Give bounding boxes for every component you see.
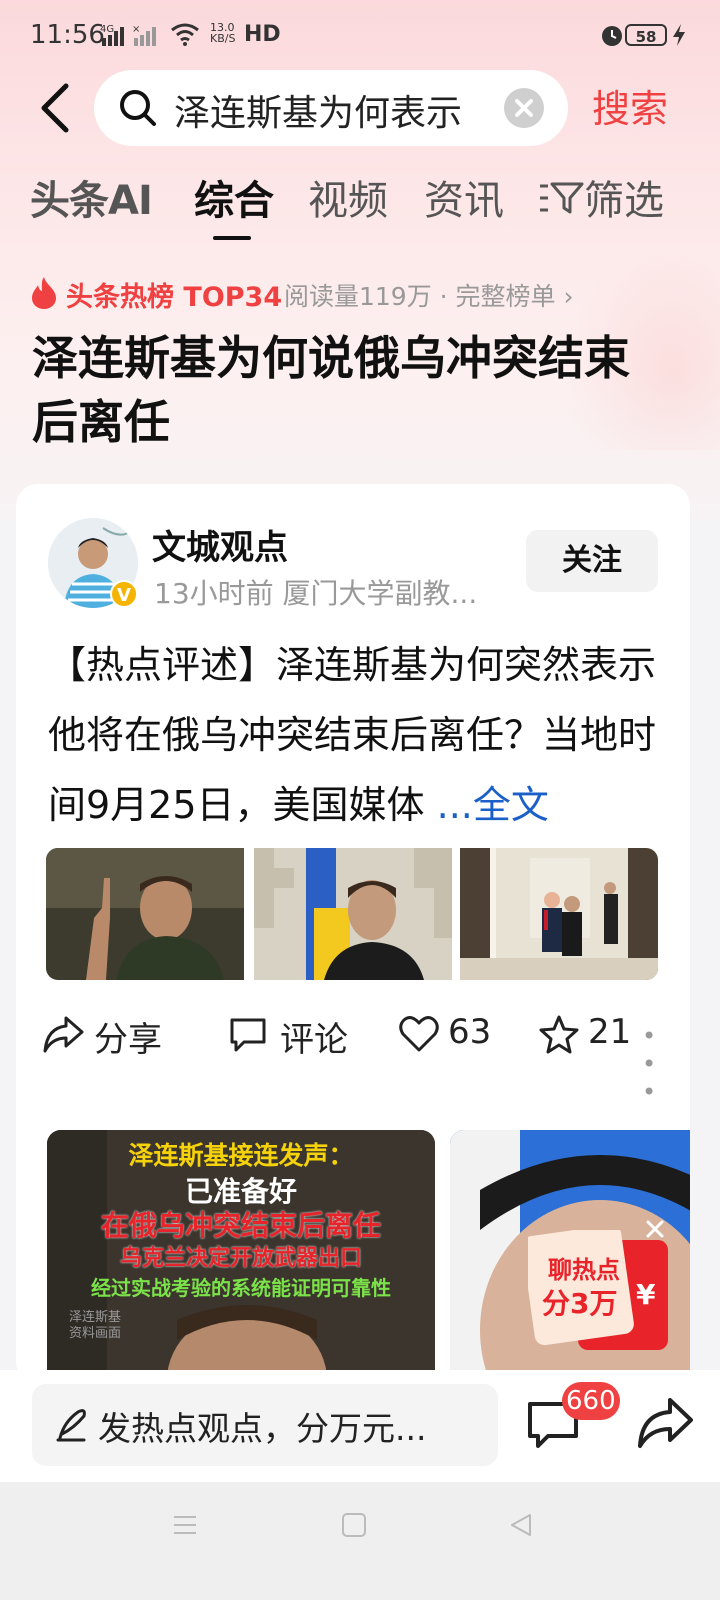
signal-icon: 4G × <box>100 22 160 52</box>
system-nav-bar <box>0 1482 720 1600</box>
post-images <box>46 848 660 980</box>
pen-icon <box>54 1406 90 1446</box>
post-image[interactable] <box>254 848 452 980</box>
comment-label: 评论 <box>280 1020 348 1060</box>
video-caption-3: 在俄乌冲突结束后离任 <box>100 1209 381 1242</box>
tab-comprehensive[interactable]: 综合 <box>194 168 274 226</box>
video-thumbnail[interactable]: 泽连斯基接连发声： 已准备好 在俄乌冲突结束后离任 乌克兰决定开放武器出口 经过… <box>47 1130 435 1370</box>
wifi-icon <box>170 22 200 50</box>
bottom-bar: 发热点观点，分万元... 660 <box>0 1370 720 1482</box>
flame-icon <box>30 277 58 313</box>
active-tab-indicator <box>213 236 251 240</box>
comment-placeholder: 发热点观点，分万元... <box>98 1409 427 1448</box>
post-body: 【热点评述】泽连斯基为何突然表示他将在俄乌冲突结束后离任？当地时间9月25日，美… <box>48 643 657 827</box>
search-button[interactable]: 搜索 <box>592 78 668 133</box>
speed-unit: KB/S <box>210 32 236 45</box>
close-icon[interactable] <box>640 1218 670 1248</box>
share-label: 分享 <box>94 1020 162 1060</box>
tab-video[interactable]: 视频 <box>308 168 388 226</box>
home-icon[interactable] <box>341 1512 367 1542</box>
share-icon[interactable] <box>636 1396 694 1454</box>
post-text[interactable]: 【热点评述】泽连斯基为何突然表示他将在俄乌冲突结束后离任？当地时间9月25日，美… <box>48 630 668 840</box>
like-count: 63 <box>448 1012 492 1052</box>
video-caption-5: 经过实战考验的系统能证明可靠性 <box>91 1276 391 1300</box>
back-nav-icon[interactable] <box>508 1512 534 1542</box>
tab-filter[interactable]: 筛选 <box>538 168 664 228</box>
verified-badge: V <box>110 580 138 608</box>
svg-text:4G: 4G <box>100 24 114 35</box>
status-time: 11:56 <box>30 20 105 50</box>
search-input[interactable]: 泽连斯基为何表示 <box>174 84 494 136</box>
hot-list-rank[interactable]: 头条热榜 TOP34 <box>66 275 282 314</box>
menu-icon[interactable] <box>172 1512 198 1542</box>
svg-text:×: × <box>132 24 140 35</box>
topic-headline[interactable]: 泽连斯基为何说俄乌冲突结束后离任 <box>32 326 672 454</box>
red-packet-promo[interactable]: 聊热点 分3万 ¥ <box>528 1230 668 1350</box>
hot-list-meta[interactable]: 阅读量119万 · 完整榜单 › <box>284 277 574 313</box>
comment-count-badge: 660 <box>562 1382 620 1420</box>
video-watermark: 泽连斯基 资料画面 <box>69 1310 121 1342</box>
filter-icon <box>538 178 584 228</box>
red-packet-line1: 聊热点 <box>548 1256 620 1284</box>
search-box[interactable]: 泽连斯基为何表示 <box>94 70 568 146</box>
post-image[interactable] <box>46 848 244 980</box>
hd-indicator: HD <box>244 22 281 47</box>
video-watermark-1: 泽连斯基 <box>69 1310 122 1325</box>
tab-toutiao-ai[interactable]: 头条AI <box>30 168 153 226</box>
comment-input[interactable]: 发热点观点，分万元... <box>32 1384 498 1466</box>
tab-news[interactable]: 资讯 <box>424 168 504 226</box>
battery-indicator: 58 <box>625 24 667 46</box>
clear-icon[interactable] <box>504 88 544 128</box>
author-name[interactable]: 文城观点 <box>152 520 288 569</box>
read-more-link[interactable]: ...全文 <box>437 783 549 827</box>
yuan-icon: ¥ <box>636 1278 656 1311</box>
red-packet-line2: 分3万 <box>542 1287 618 1320</box>
alarm-icon <box>600 22 624 52</box>
more-options-icon[interactable]: • • • <box>642 1022 672 1106</box>
author-meta: 13小时前 厦门大学副教... <box>154 577 478 610</box>
status-bar: 11:56 4G × 13.0 KB/S HD 58 <box>0 0 720 70</box>
post-image[interactable] <box>460 848 658 980</box>
video-watermark-2: 资料画面 <box>69 1326 122 1341</box>
search-icon <box>118 88 158 132</box>
back-icon[interactable] <box>36 80 76 136</box>
network-speed: 13.0 KB/S <box>210 22 235 44</box>
post-actions: 分享 评论 63 21 • • • <box>42 1012 672 1106</box>
video-caption-4: 乌克兰决定开放武器出口 <box>119 1246 362 1271</box>
favorite-count: 21 <box>588 1012 632 1052</box>
charging-icon <box>672 24 686 50</box>
tab-filter-label: 筛选 <box>584 178 664 224</box>
follow-button[interactable]: 关注 <box>526 530 658 592</box>
video-caption-1: 泽连斯基接连发声： <box>128 1141 354 1170</box>
